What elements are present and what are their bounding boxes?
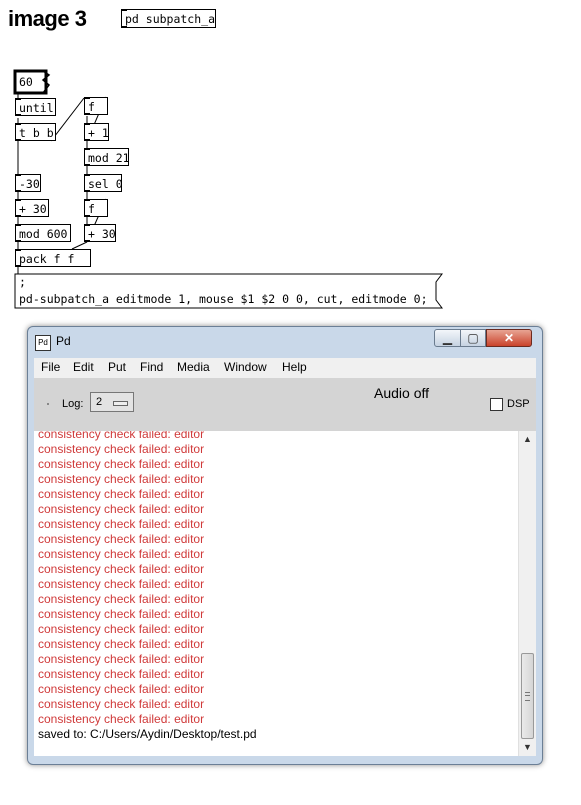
trigger-object[interactable]: t b b [15,123,56,141]
minus-object[interactable]: -30 [15,174,41,192]
plus-1-object[interactable]: + 1 [84,123,109,141]
float-top-object[interactable]: f [84,97,108,115]
menu-file[interactable]: File [41,360,60,374]
menu-window[interactable]: Window [224,360,267,374]
option-menu-indicator-icon [113,401,128,406]
number-box[interactable]: 60 [16,73,43,91]
console-line: consistency check failed: editor [38,502,205,516]
menu-help[interactable]: Help [282,360,307,374]
menu-find[interactable]: Find [140,360,163,374]
toolbar: Log: 2 Audio off DSP [34,378,536,431]
separator-dot [47,403,49,405]
console-line: consistency check failed: editor [38,472,205,486]
console-line: consistency check failed: editor [38,577,205,591]
scroll-down-icon[interactable]: ▼ [519,739,536,756]
console-line: consistency check failed: editor [38,532,205,546]
sel-0-object[interactable]: sel 0 [84,174,123,192]
menu-bar: File Edit Put Find Media Window Help [34,358,536,379]
console-line: consistency check failed: editor [38,592,205,606]
console-line: consistency check failed: editor [38,431,205,441]
console-scrollbar[interactable]: ▲ ▼ [518,431,536,756]
console-log[interactable]: consistency check failed: editor consiste… [34,431,536,756]
float-bottom-object[interactable]: f [84,199,108,217]
console-line: consistency check failed: editor [38,697,205,711]
log-label: Log: [62,398,84,410]
pd-window: Pd Pd ▁ ▢ ✕ File Edit Put Find Media Win… [27,326,543,765]
menu-edit[interactable]: Edit [73,360,94,374]
console-line: consistency check failed: editor [38,607,205,621]
scroll-up-icon[interactable]: ▲ [519,431,536,448]
close-icon[interactable]: ✕ [486,329,532,347]
scroll-thumb[interactable] [521,653,534,739]
console-saved-line: saved to: C:/Users/Aydin/Desktop/test.pd [38,727,257,741]
plus-30-left-object[interactable]: + 30 [15,199,49,217]
mod-600-object[interactable]: mod 600 [15,224,71,242]
message-line-1[interactable]: ; [16,275,29,289]
console-line: consistency check failed: editor [38,622,205,636]
menu-media[interactable]: Media [177,360,210,374]
grip-icon [525,692,530,701]
plus-30-right-object[interactable]: + 30 [84,224,116,242]
log-level-value: 2 [96,396,103,408]
log-level-select[interactable]: 2 [90,392,134,412]
pd-app-icon: Pd [35,335,51,351]
console-line: consistency check failed: editor [38,667,205,681]
console-line: consistency check failed: editor [38,712,205,726]
dsp-label: DSP [507,398,530,410]
console-line: consistency check failed: editor [38,517,205,531]
message-box[interactable]: pd-subpatch_a editmode 1, mouse $1 $2 0 … [16,291,431,307]
console-line: consistency check failed: editor [38,547,205,561]
maximize-icon[interactable]: ▢ [460,329,486,347]
console-line: consistency check failed: editor [38,442,205,456]
minimize-icon[interactable]: ▁ [434,329,461,347]
window-title: Pd [56,334,71,348]
audio-status: Audio off [374,385,430,401]
menu-put[interactable]: Put [108,360,126,374]
window-titlebar[interactable]: Pd Pd ▁ ▢ ✕ [28,327,542,355]
console-lines: consistency check failed: editor consiste… [38,431,518,742]
console-line: consistency check failed: editor [38,637,205,651]
console-line: consistency check failed: editor [38,682,205,696]
console-line: consistency check failed: editor [38,487,205,501]
console-line: consistency check failed: editor [38,457,205,471]
pack-object[interactable]: pack f f [15,249,91,267]
mod-21-object[interactable]: mod 21 [84,148,130,166]
console-line: consistency check failed: editor [38,562,205,576]
console-line: consistency check failed: editor [38,652,205,666]
until-object[interactable]: until [15,98,56,116]
dsp-checkbox[interactable] [490,398,503,411]
